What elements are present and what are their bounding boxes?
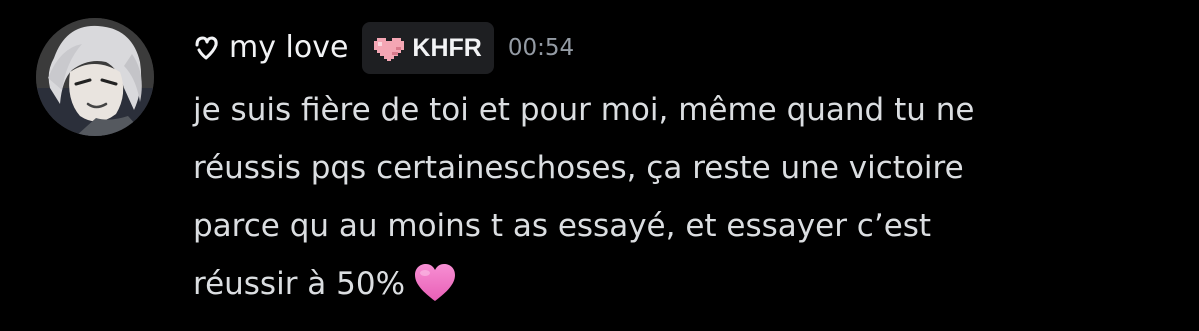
message-line: parce qu au moins t as essayé, et essaye… bbox=[193, 208, 932, 244]
message-timestamp[interactable]: 00:54 bbox=[508, 22, 574, 74]
user-avatar[interactable] bbox=[36, 18, 154, 136]
username[interactable]: my love bbox=[229, 22, 348, 74]
pink-heart-icon[interactable] bbox=[413, 262, 457, 304]
chat-message: my love KHFR 00:54 je suis fière de toi … bbox=[0, 0, 1199, 331]
server-tag-label: KHFR bbox=[412, 33, 482, 62]
message-content: je suis fière de toi et pour moi, même q… bbox=[193, 81, 1183, 313]
avatar-image bbox=[36, 18, 154, 136]
heart-outline-glyph-icon bbox=[195, 36, 218, 60]
server-tag[interactable]: KHFR bbox=[362, 22, 494, 74]
message-line: réussis pqs certaineschoses, ça reste un… bbox=[193, 150, 964, 186]
message-header: my love KHFR 00:54 bbox=[193, 22, 574, 74]
pixel-heart-icon bbox=[374, 38, 405, 61]
message-line-last: réussir à 50% bbox=[193, 255, 1183, 313]
message-line: je suis fière de toi et pour moi, même q… bbox=[193, 92, 975, 128]
message-line-text: réussir à 50% bbox=[193, 266, 406, 302]
